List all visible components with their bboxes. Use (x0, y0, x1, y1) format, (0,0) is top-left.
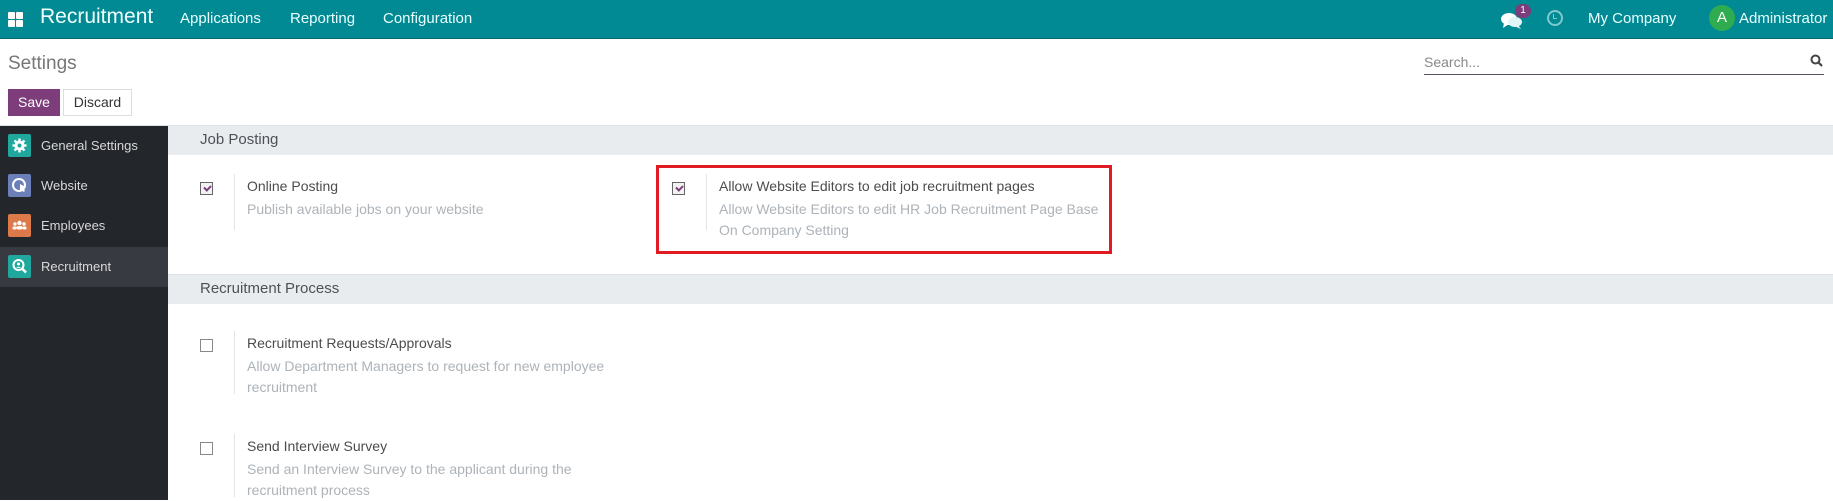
sidebar-item-label: Employees (41, 218, 106, 233)
search-input[interactable] (1424, 50, 1824, 75)
setting-description: Allow Department Managers to request for… (247, 358, 605, 395)
recruitment-requests-checkbox[interactable] (200, 339, 213, 352)
messages-badge: 1 (1515, 4, 1531, 18)
magnifier-person-icon (8, 255, 31, 278)
sidebar-item-label: General Settings (41, 138, 138, 153)
menu-reporting[interactable]: Reporting (290, 10, 355, 27)
search-icon[interactable] (1810, 54, 1823, 67)
sidebar-item-employees[interactable]: Employees (0, 206, 168, 246)
app-name: Recruitment (40, 5, 154, 28)
section-title: Recruitment Process (200, 280, 340, 297)
page-title: Settings (8, 53, 77, 74)
divider (234, 174, 235, 230)
highlight-annotation-box (656, 165, 1112, 254)
section-title: Job Posting (200, 131, 279, 148)
save-button[interactable]: Save (8, 89, 60, 116)
setting-title: Recruitment Requests/Approvals (247, 335, 452, 351)
sidebar-item-recruitment[interactable]: Recruitment (0, 247, 168, 287)
menu-configuration[interactable]: Configuration (383, 10, 472, 27)
sidebar-item-website[interactable]: Website (0, 166, 168, 206)
divider (234, 434, 235, 497)
globe-cursor-icon (8, 174, 31, 197)
menu-applications[interactable]: Applications (180, 10, 261, 27)
user-avatar[interactable]: A (1709, 5, 1735, 31)
online-posting-checkbox[interactable] (200, 182, 213, 195)
section-header-job-posting: Job Posting (168, 125, 1833, 155)
people-icon (8, 214, 31, 237)
sidebar-item-label: Recruitment (41, 259, 112, 274)
company-switcher[interactable]: My Company (1588, 10, 1676, 27)
top-navbar: Recruitment Applications Reporting Confi… (0, 0, 1833, 39)
sidebar-item-label: Website (41, 178, 88, 193)
user-menu[interactable]: Administrator (1739, 10, 1827, 27)
divider (234, 331, 235, 394)
gear-icon (8, 134, 31, 157)
setting-description: Send an Interview Survey to the applican… (247, 461, 572, 498)
interview-survey-checkbox[interactable] (200, 442, 213, 455)
section-header-recruitment-process: Recruitment Process (168, 274, 1833, 304)
activity-clock-icon[interactable] (1547, 10, 1563, 26)
setting-title: Send Interview Survey (247, 438, 388, 454)
setting-description: Publish available jobs on your website (247, 201, 484, 217)
setting-title: Online Posting (247, 178, 339, 194)
sidebar-item-general-settings[interactable]: General Settings (0, 126, 168, 166)
apps-menu-icon[interactable] (8, 12, 23, 27)
discard-button[interactable]: Discard (63, 89, 132, 116)
settings-sidebar: General Settings Website Employees Recru… (0, 125, 168, 500)
